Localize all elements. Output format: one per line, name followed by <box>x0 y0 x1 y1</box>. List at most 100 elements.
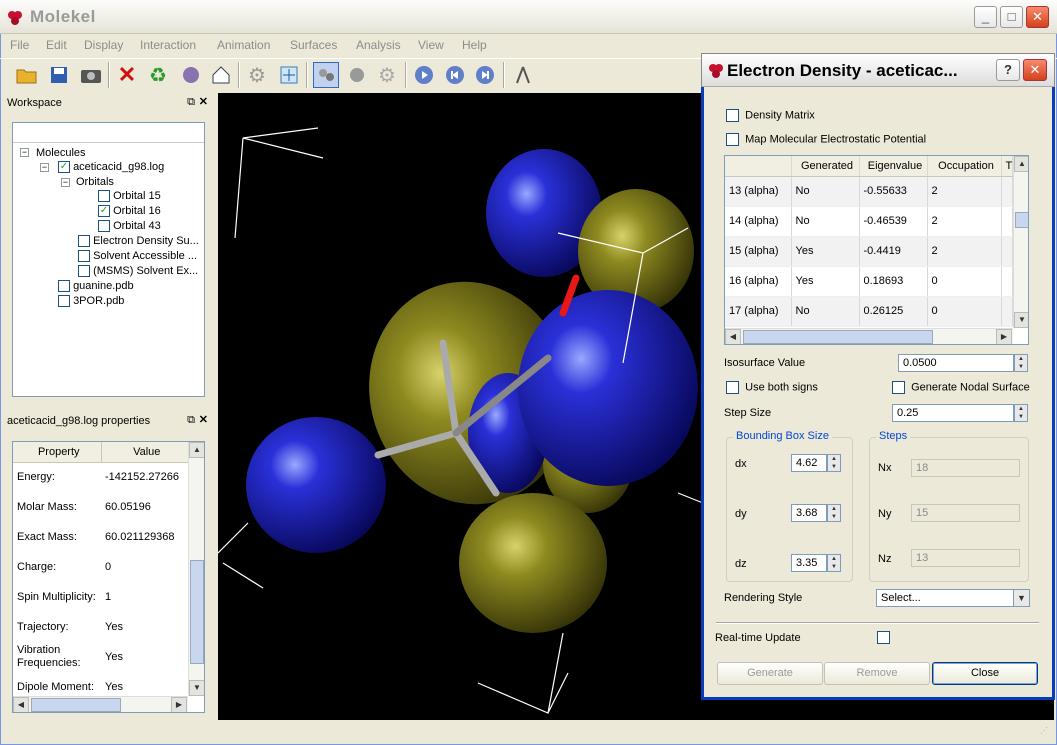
close-icon[interactable]: ✕ <box>199 95 208 108</box>
close-icon[interactable]: ✕ <box>199 413 208 426</box>
delete-icon[interactable]: ✕ <box>114 62 140 88</box>
play-icon[interactable] <box>411 62 437 88</box>
rendering-style-select[interactable]: Select... <box>876 589 1014 607</box>
tree-item-molecules[interactable]: Molecules <box>36 146 86 160</box>
tree-item-molecule-file[interactable]: 3POR.pdb <box>58 294 124 308</box>
select-bond-icon[interactable]: ⚙ <box>374 62 400 88</box>
menu-display[interactable]: Display <box>84 38 123 52</box>
collapse-icon[interactable]: − <box>61 178 70 187</box>
column-header[interactable]: Eigenvalue <box>859 156 928 177</box>
checkbox[interactable] <box>892 381 905 394</box>
help-button[interactable]: ? <box>996 59 1020 81</box>
horizontal-scrollbar[interactable]: ◀ ▶ <box>725 328 1013 344</box>
menu-view[interactable]: View <box>418 38 444 52</box>
checkbox[interactable] <box>58 295 70 308</box>
column-header[interactable]: Occupation <box>927 156 1002 177</box>
checkbox-checked[interactable]: ✓ <box>58 161 70 174</box>
float-icon[interactable]: ⧉ <box>187 414 195 427</box>
minimize-button[interactable]: _ <box>974 6 997 28</box>
menu-animation[interactable]: Animation <box>217 38 270 52</box>
isosurface-input[interactable]: 0.0500 <box>898 354 1014 372</box>
dz-input[interactable]: 3.35 <box>791 554 827 572</box>
table-row[interactable]: Trajectory: Yes <box>13 612 189 642</box>
checkbox[interactable] <box>726 381 739 394</box>
tree-item-orbital[interactable]: Orbital 43 <box>98 219 161 233</box>
table-row[interactable]: Energy: -142152.27266 <box>13 462 189 492</box>
checkbox[interactable] <box>98 220 110 233</box>
close-window-button[interactable]: ✕ <box>1026 6 1049 28</box>
tree-item-orbital[interactable]: Orbital 15 <box>98 189 161 203</box>
recycle-icon[interactable]: ♻ <box>145 62 171 88</box>
remove-button[interactable]: Remove <box>824 662 930 685</box>
resize-grip-icon[interactable]: ⋰ <box>1040 727 1052 740</box>
table-row[interactable]: Exact Mass: 60.021129368 <box>13 522 189 552</box>
scroll-right-arrow[interactable]: ▶ <box>996 329 1012 344</box>
rewind-icon[interactable] <box>442 62 468 88</box>
scroll-down-arrow[interactable]: ▼ <box>1014 312 1028 328</box>
density-matrix-option[interactable]: Density Matrix <box>726 109 815 122</box>
scroll-up-arrow[interactable]: ▲ <box>189 442 204 458</box>
tree-item-surface[interactable]: Solvent Accessible ... <box>78 249 197 263</box>
open-folder-icon[interactable] <box>14 62 40 88</box>
table-row[interactable]: 14 (alpha) No -0.46539 2 <box>725 206 1013 237</box>
table-row[interactable]: 16 (alpha) Yes 0.18693 0 <box>725 266 1013 297</box>
dy-spinner[interactable]: ▲ ▼ <box>827 504 841 522</box>
collapse-icon[interactable]: − <box>20 148 29 157</box>
dy-input[interactable]: 3.68 <box>791 504 827 522</box>
maximize-button[interactable]: □ <box>1000 6 1023 28</box>
gear-icon[interactable]: ⚙ <box>244 62 270 88</box>
table-row[interactable]: Vibration Frequencies: Yes <box>13 642 189 672</box>
collapse-icon[interactable]: − <box>40 163 49 172</box>
vertical-scrollbar[interactable]: ▲ ▼ <box>188 442 204 696</box>
camera-icon[interactable] <box>78 62 104 88</box>
tree-search-input[interactable] <box>13 123 204 143</box>
menu-help[interactable]: Help <box>462 38 487 52</box>
scroll-thumb[interactable] <box>1015 212 1028 228</box>
scroll-thumb[interactable] <box>31 698 121 712</box>
tree-item-surface[interactable]: (MSMS) Solvent Ex... <box>78 264 198 278</box>
both-signs-option[interactable]: Use both signs <box>726 381 818 394</box>
menu-interaction[interactable]: Interaction <box>140 38 196 52</box>
checkbox[interactable] <box>58 280 70 293</box>
home-icon[interactable] <box>208 62 234 88</box>
measure-compass-icon[interactable] <box>510 62 536 88</box>
checkbox[interactable] <box>78 235 90 248</box>
table-row[interactable]: Molar Mass: 60.05196 <box>13 492 189 522</box>
float-icon[interactable]: ⧉ <box>187 96 195 109</box>
checkbox[interactable] <box>726 109 739 122</box>
grid-arrows-icon[interactable] <box>276 62 302 88</box>
menu-analysis[interactable]: Analysis <box>356 38 401 52</box>
realtime-checkbox[interactable] <box>877 631 890 644</box>
tree-item-orbitals[interactable]: Orbitals <box>76 175 114 189</box>
dx-spinner[interactable]: ▲ ▼ <box>827 454 841 472</box>
column-header[interactable]: Generated <box>791 156 860 177</box>
nodal-surface-option[interactable]: Generate Nodal Surface <box>892 381 1030 394</box>
map-mep-option[interactable]: Map Molecular Electrostatic Potential <box>726 133 926 146</box>
scroll-right-arrow[interactable]: ▶ <box>171 697 187 712</box>
checkbox[interactable] <box>78 265 90 278</box>
scroll-down-arrow[interactable]: ▼ <box>189 680 204 696</box>
select-molecule-icon[interactable] <box>313 62 339 88</box>
save-icon[interactable] <box>46 62 72 88</box>
scroll-thumb[interactable] <box>190 560 204 664</box>
menu-surfaces[interactable]: Surfaces <box>290 38 337 52</box>
isosurface-spinner[interactable]: ▲ ▼ <box>1014 354 1028 372</box>
close-button[interactable]: Close <box>932 662 1038 685</box>
column-header[interactable]: Value <box>101 442 189 463</box>
molecule-sphere-icon[interactable] <box>178 62 204 88</box>
step-size-spinner[interactable]: ▲ ▼ <box>1014 404 1028 422</box>
scroll-left-arrow[interactable]: ◀ <box>725 329 741 344</box>
table-row[interactable]: Spin Multiplicity: 1 <box>13 582 189 612</box>
tree-item-orbital[interactable]: ✓ Orbital 16 <box>98 204 161 218</box>
scroll-thumb[interactable] <box>743 330 933 344</box>
checkbox[interactable] <box>98 190 110 203</box>
tree-item-molecule-file[interactable]: guanine.pdb <box>58 279 134 293</box>
checkbox-checked[interactable]: ✓ <box>98 205 110 218</box>
chevron-down-icon[interactable]: ▼ <box>1013 589 1030 607</box>
dx-input[interactable]: 4.62 <box>791 454 827 472</box>
forward-icon[interactable] <box>472 62 498 88</box>
dz-spinner[interactable]: ▲ ▼ <box>827 554 841 572</box>
tree-item-surface[interactable]: Electron Density Su... <box>78 234 199 248</box>
column-header[interactable] <box>725 156 792 177</box>
tree-item-molecule-file[interactable]: ✓ aceticacid_g98.log <box>58 160 164 174</box>
